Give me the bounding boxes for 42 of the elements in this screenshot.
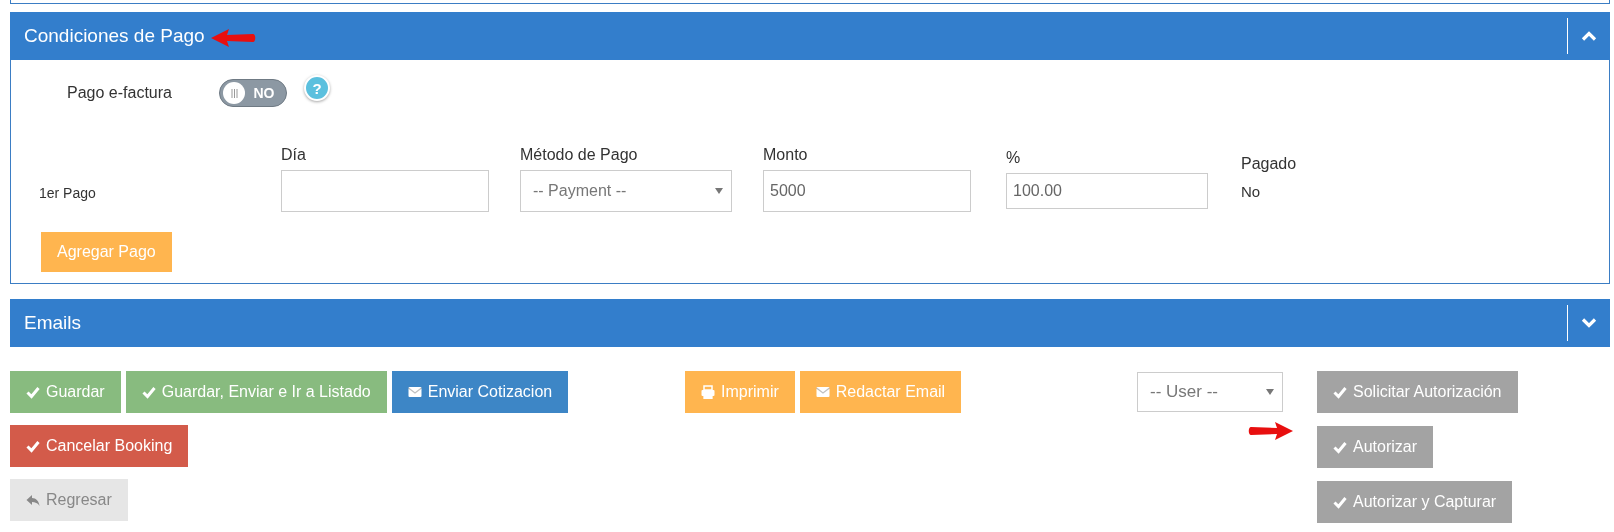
action-button[interactable]: Imprimir	[685, 371, 795, 413]
column-label: Pagado	[1241, 155, 1298, 173]
action-button[interactable]: Guardar	[10, 371, 121, 413]
amount-field[interactable]: 5000	[763, 170, 971, 212]
action-button[interactable]: Cancelar Booking	[10, 425, 189, 467]
reply-icon	[26, 493, 40, 507]
action-button[interactable]: Enviar Cotizacion	[391, 371, 569, 413]
action-button[interactable]: Redactar Email	[799, 371, 962, 413]
user-select[interactable]: -- User --	[1137, 372, 1283, 412]
row-label: 1er Pago	[39, 184, 97, 201]
chevron-down-icon	[1581, 318, 1597, 328]
section-title: Condiciones de Pago	[24, 25, 205, 47]
check-icon	[26, 385, 40, 399]
action-button[interactable]: Guardar, Enviar e Ir a Listado	[125, 371, 387, 413]
toggle-switch[interactable]: NO	[219, 79, 287, 107]
chevron-up-icon	[1581, 31, 1597, 41]
check-icon	[26, 439, 40, 453]
check-icon	[141, 385, 156, 399]
action-button[interactable]: Solicitar Autorización	[1317, 371, 1518, 413]
payment-method-select[interactable]: -- Payment --	[520, 170, 732, 212]
paid-value: No	[1241, 182, 1262, 200]
percent-field[interactable]: 100.00	[1006, 173, 1208, 209]
action-button[interactable]: Autorizar	[1317, 426, 1434, 468]
field-label: Pago e-factura	[67, 84, 173, 102]
add-payment-button[interactable]: Agregar Pago	[41, 232, 172, 272]
date-field[interactable]	[281, 170, 489, 212]
column-label: Método de Pago	[520, 146, 639, 164]
caret-icon	[715, 188, 723, 194]
column-label: Monto	[763, 146, 809, 164]
caret-icon	[1266, 389, 1274, 395]
help-button[interactable]: ?	[304, 75, 330, 101]
check-icon	[1333, 440, 1347, 454]
column-label: %	[1006, 149, 1022, 167]
envelope-icon	[815, 385, 830, 399]
check-icon	[1333, 495, 1347, 509]
section-title: Emails	[24, 312, 81, 334]
grip-icon	[230, 88, 238, 98]
action-button[interactable]: Autorizar y Capturar	[1317, 481, 1513, 523]
envelope-icon	[407, 385, 422, 399]
column-label: Día	[281, 146, 307, 164]
printer-icon	[701, 385, 715, 399]
check-icon	[1333, 385, 1347, 399]
